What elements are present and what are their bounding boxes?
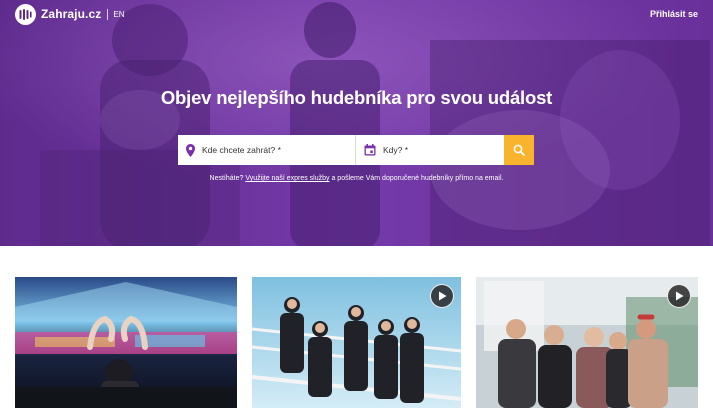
language-switch[interactable]: EN [113,10,124,19]
search-button[interactable] [504,135,534,165]
map-pin-icon [186,143,195,157]
page-title: Objev nejlepšího hudebníka pro svou udál… [160,87,553,108]
zahraju-logo-icon [15,3,36,25]
express-service-link[interactable]: Využijte naší expres služby [245,175,329,182]
date-placeholder: Kdy? * [383,145,409,155]
search-icon [513,144,525,156]
express-service-hint: Nestíháte? Využijte naší expres služby a… [0,175,713,182]
musician-card-3[interactable] [476,277,698,408]
brand-name: Zahraju.cz [41,7,102,21]
location-placeholder: Kde chcete zahrát? * [202,145,281,155]
login-link[interactable]: Přihlásit se [650,9,698,19]
musician-card-1[interactable] [15,277,237,408]
play-icon [675,291,683,301]
logo-divider [107,8,109,20]
play-video-button[interactable] [430,284,454,308]
musician-card-2[interactable] [252,277,461,408]
search-form: Kde chcete zahrát? * Kdy? * [178,135,534,165]
hint-suffix: a pošleme Vám doporučené hudebníky přímo… [331,175,504,182]
location-input[interactable]: Kde chcete zahrát? * [178,135,356,165]
group-photo [476,277,698,408]
date-input[interactable]: Kdy? * [356,135,504,165]
concert-crowd-photo [15,277,237,408]
brand-logo[interactable]: Zahraju.cz EN [15,3,124,25]
hero-overlay [0,0,713,246]
hero-section: Zahraju.cz EN Přihlásit se Objev nejlepš… [0,0,713,246]
play-icon [438,291,446,301]
calendar-icon [364,144,376,156]
play-video-button[interactable] [667,284,691,308]
hint-prefix: Nestíháte? [209,175,244,182]
